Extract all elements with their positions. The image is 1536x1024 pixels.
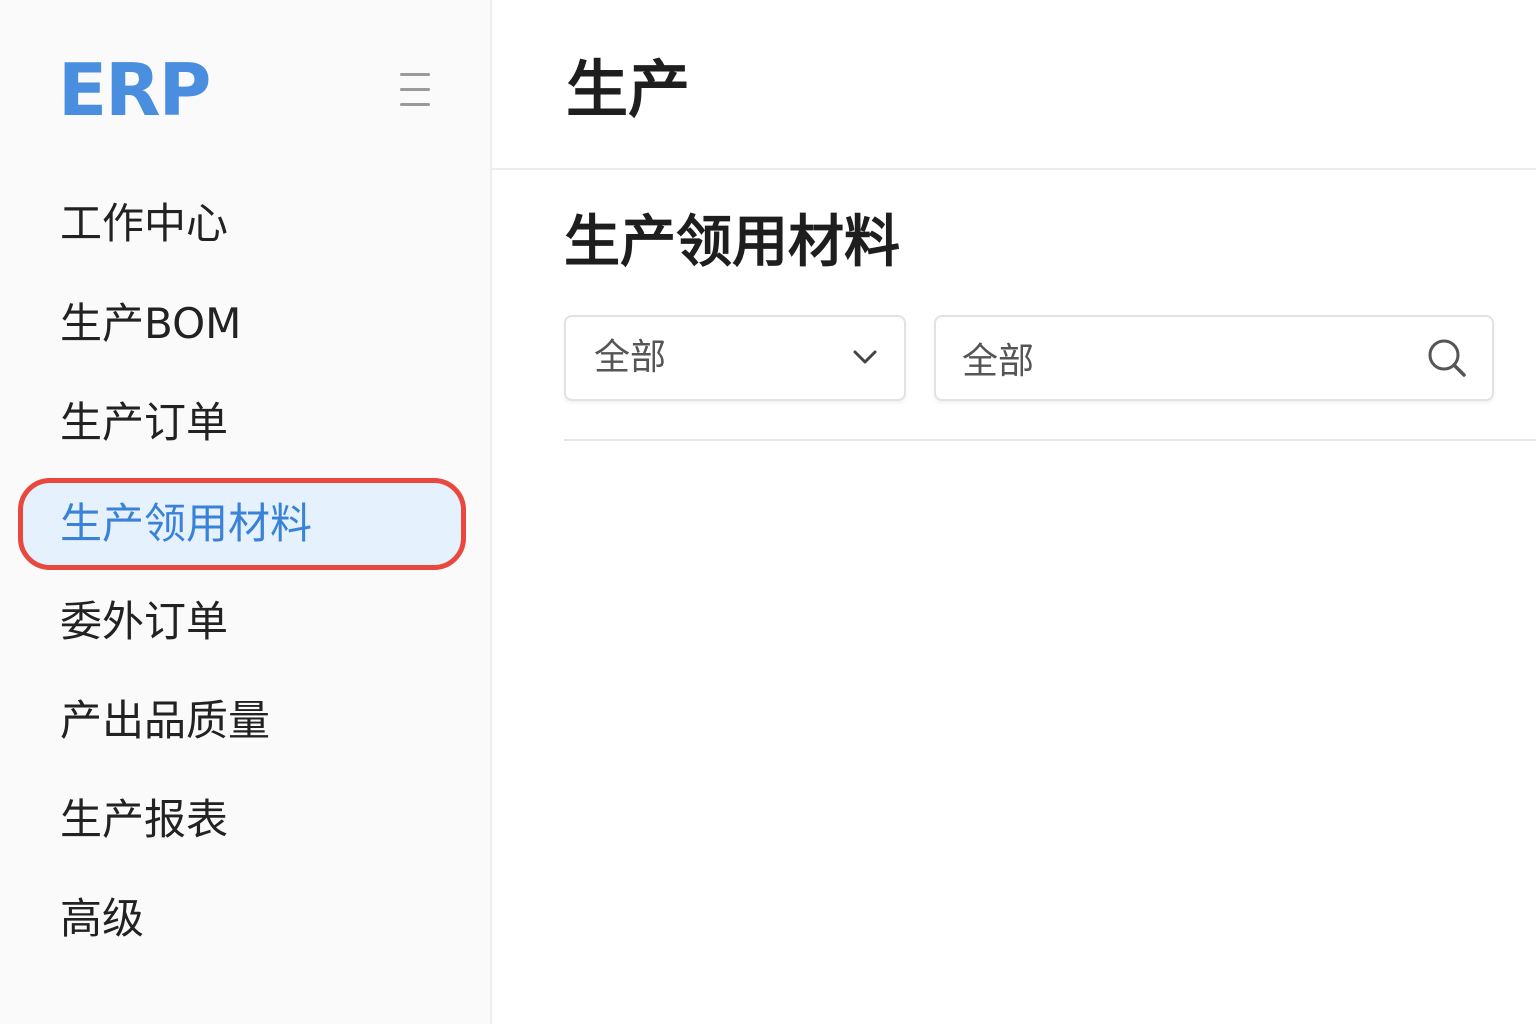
- search-field[interactable]: [934, 315, 1494, 401]
- content-divider: [564, 439, 1536, 441]
- app-logo: ERP: [58, 48, 211, 132]
- hamburger-menu-icon[interactable]: [398, 70, 432, 110]
- sidebar-item-label: 委外订单: [60, 597, 229, 646]
- page-title: 生产: [566, 53, 691, 126]
- sidebar-item-label: 工作中心: [60, 199, 229, 248]
- search-icon[interactable]: [1426, 337, 1468, 379]
- sidebar-item-production-bom[interactable]: 生产BOM: [18, 278, 466, 370]
- sidebar-item-advanced[interactable]: 高级: [18, 873, 466, 965]
- sidebar: ERP 工作中心 生产BOM 生产订单 生产领用材料 委外订单 产出品质量 生产…: [0, 0, 492, 1024]
- sidebar-item-label: 生产领用材料: [60, 499, 313, 548]
- sidebar-item-outsourcing-orders[interactable]: 委外订单: [18, 576, 466, 668]
- app-window: ERP 工作中心 生产BOM 生产订单 生产领用材料 委外订单 产出品质量 生产…: [0, 0, 1536, 1024]
- search-input[interactable]: [962, 333, 1402, 383]
- sidebar-item-production-materials[interactable]: 生产领用材料: [18, 478, 466, 570]
- main-content: 生产领用材料 全部: [492, 170, 1536, 1024]
- sidebar-item-production-orders[interactable]: 生产订单: [18, 377, 466, 469]
- sidebar-item-label: 高级: [60, 894, 145, 943]
- sidebar-item-label: 生产报表: [60, 795, 229, 844]
- chevron-down-icon: [853, 350, 877, 364]
- sidebar-item-label: 产出品质量: [60, 696, 271, 745]
- sidebar-item-label: 生产BOM: [60, 299, 242, 348]
- sidebar-item-work-center[interactable]: 工作中心: [18, 178, 466, 270]
- sidebar-item-output-quality[interactable]: 产出品质量: [18, 675, 466, 767]
- filter-dropdown[interactable]: 全部: [564, 315, 906, 401]
- page-header: 生产: [492, 0, 1536, 170]
- filter-dropdown-value: 全部: [594, 337, 667, 378]
- sidebar-item-production-reports[interactable]: 生产报表: [18, 774, 466, 866]
- section-title: 生产领用材料: [564, 210, 900, 275]
- sidebar-item-label: 生产订单: [60, 398, 229, 447]
